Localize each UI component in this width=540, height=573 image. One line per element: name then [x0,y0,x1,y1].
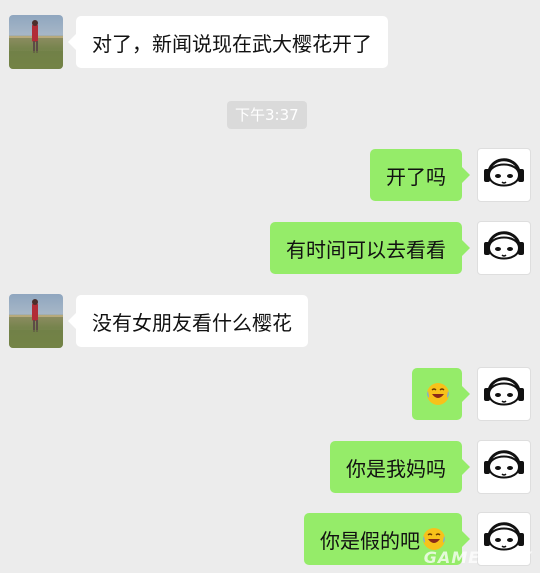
outgoing-message-bubble[interactable]: 有时间可以去看看 [270,222,470,274]
self-avatar[interactable] [477,148,531,202]
self-avatar-face-icon [484,450,524,479]
laughing-crying-emoji-icon [427,383,449,405]
timestamp-badge: 下午3:37 [227,101,307,129]
watermark-logo: GAMERSKY [424,548,532,567]
incoming-message-bubble[interactable]: 没有女朋友看什么樱花 [68,295,308,347]
self-avatar-face-icon [484,231,524,260]
contact-avatar[interactable] [9,294,63,348]
contact-avatar-image [9,20,63,69]
message-text: 没有女朋友看什么樱花 [92,310,292,335]
incoming-message-bubble[interactable]: 对了，新闻说现在武大樱花开了 [68,16,388,68]
outgoing-message-bubble[interactable]: 你是我妈吗 [330,441,470,493]
message-text: 你是我妈吗 [346,456,446,481]
message-text: 有时间可以去看看 [286,237,446,262]
message-text: 开了吗 [386,164,446,189]
timestamp-text: 下午3:37 [235,106,299,124]
contact-avatar-image [9,299,63,348]
self-avatar[interactable] [477,440,531,494]
outgoing-message-bubble[interactable] [412,368,470,420]
message-text: 对了，新闻说现在武大樱花开了 [92,31,372,56]
contact-avatar[interactable] [9,15,63,69]
self-avatar[interactable] [477,367,531,421]
watermark-text: GAMERSKY [423,548,532,567]
message-text: 你是假的吧 [320,528,420,553]
self-avatar-face-icon [484,158,524,187]
chat-panel[interactable]: 对了，新闻说现在武大樱花开了 下午3:37 开了吗 有时间可以去看看 没有女朋友… [0,0,540,573]
outgoing-message-bubble[interactable]: 开了吗 [370,149,470,201]
self-avatar-face-icon [484,377,524,406]
self-avatar[interactable] [477,221,531,275]
